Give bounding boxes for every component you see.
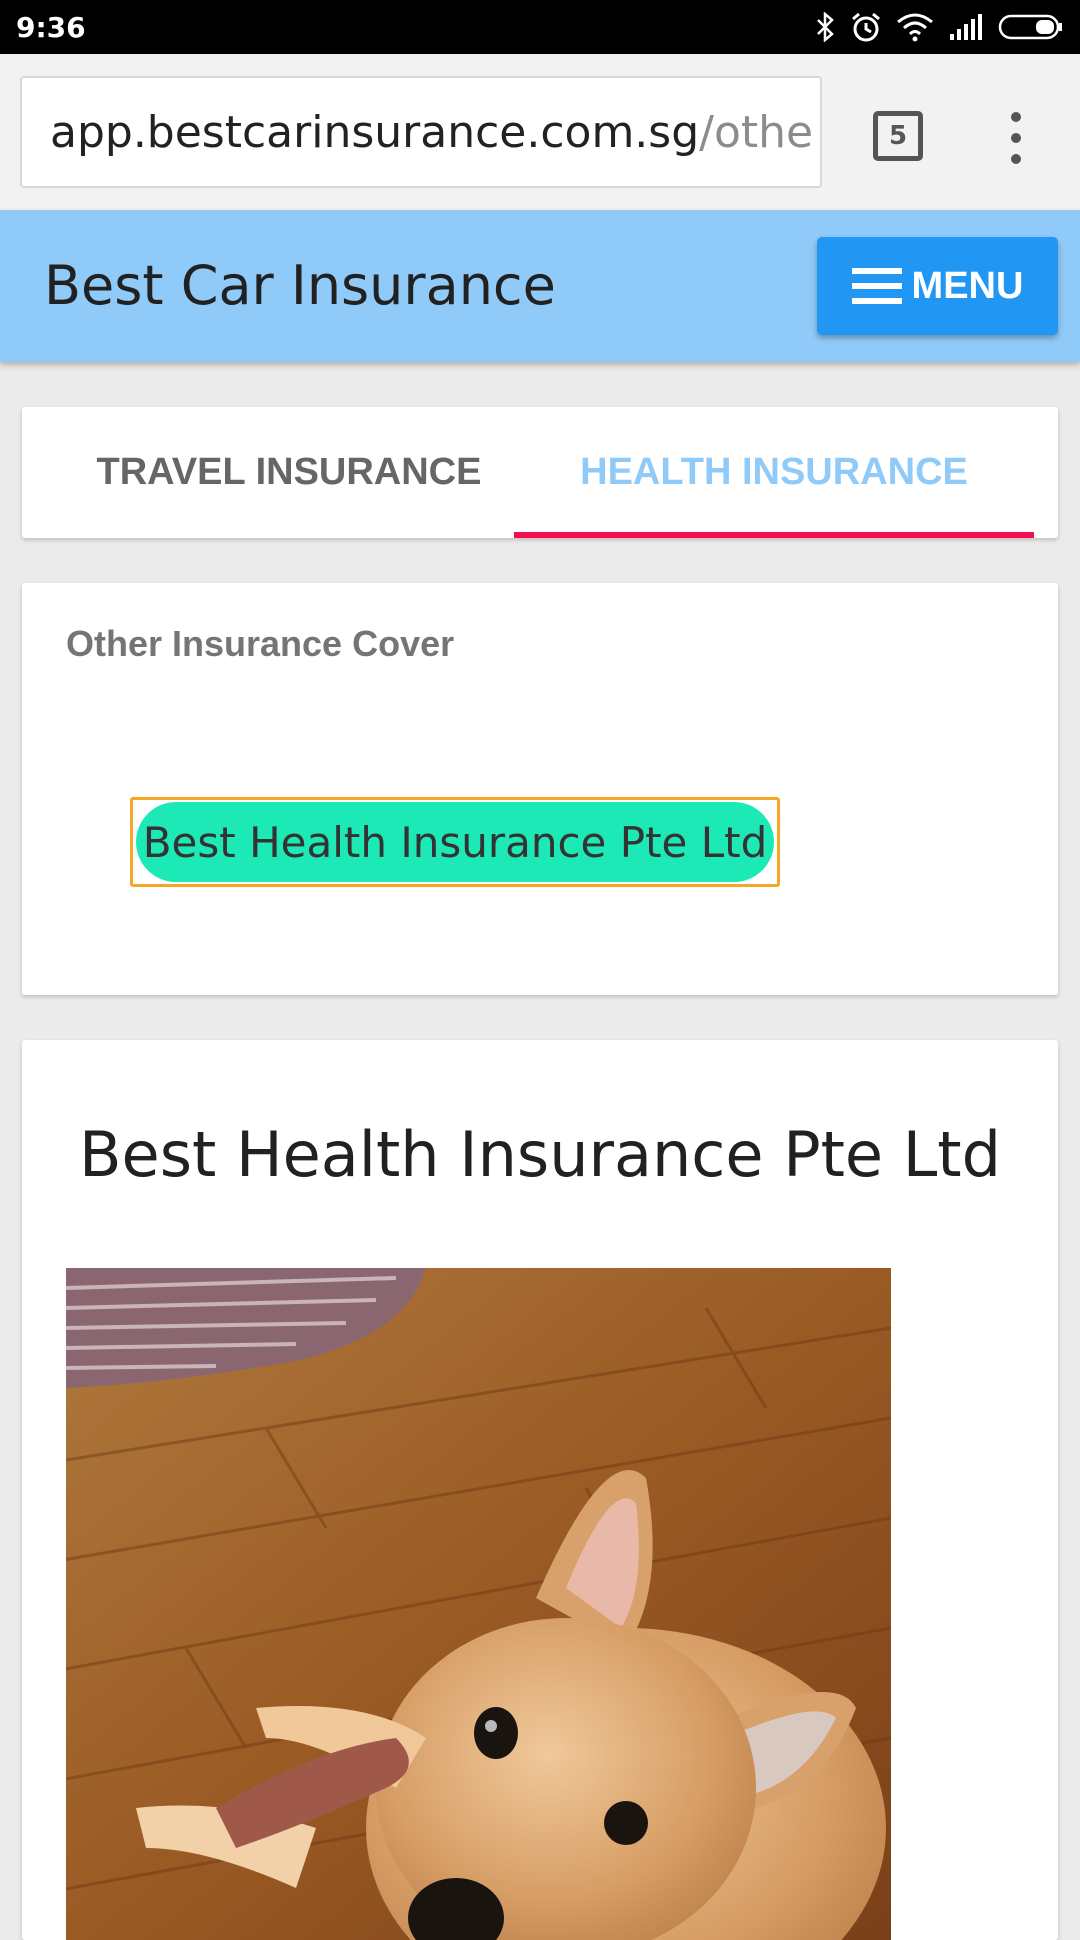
- signal-icon: [950, 14, 982, 40]
- battery-icon: [998, 14, 1062, 40]
- app-title: Best Car Insurance: [44, 254, 556, 317]
- app-header: Best Car Insurance MENU: [0, 210, 1080, 362]
- alarm-icon: [852, 12, 880, 42]
- bluetooth-icon: [817, 12, 834, 42]
- url-domain: app.bestcarinsurance.com.sg: [50, 106, 700, 158]
- tab-health-insurance[interactable]: HEALTH INSURANCE: [514, 407, 1034, 538]
- wifi-icon: [897, 13, 933, 42]
- hamburger-icon: [851, 268, 902, 304]
- menu-button[interactable]: MENU: [817, 237, 1058, 335]
- insurer-chip[interactable]: Best Health Insurance Pte Ltd: [136, 802, 774, 882]
- active-tab-indicator: [514, 532, 1034, 538]
- status-bar: 9:36: [0, 0, 1080, 54]
- tab-travel-insurance[interactable]: TRAVEL INSURANCE: [52, 407, 526, 538]
- status-time: 9:36: [16, 10, 86, 44]
- status-icons: [814, 11, 1064, 43]
- company-photo: [66, 1268, 891, 1940]
- tab-count: 5: [888, 121, 908, 151]
- overflow-menu-icon[interactable]: [996, 108, 1036, 168]
- menu-label: MENU: [911, 264, 1024, 307]
- company-card: Best Health Insurance Pte Ltd: [22, 1040, 1058, 1940]
- cover-heading: Other Insurance Cover: [66, 623, 455, 664]
- tab-switcher-button[interactable]: 5: [873, 111, 923, 161]
- url-path: /othe: [699, 106, 814, 158]
- puppy-photo: [66, 1268, 891, 1940]
- browser-toolbar: app.bestcarinsurance.com.sg/othe 5: [0, 54, 1080, 210]
- insurance-tabs: TRAVEL INSURANCE HEALTH INSURANCE: [22, 407, 1058, 538]
- url-bar[interactable]: app.bestcarinsurance.com.sg/othe: [20, 76, 822, 188]
- other-insurance-cover-card: Other Insurance Cover Best Health Insura…: [22, 583, 1058, 995]
- chip-focus-outline: Best Health Insurance Pte Ltd: [130, 797, 780, 887]
- company-title: Best Health Insurance Pte Ltd: [79, 1118, 1001, 1191]
